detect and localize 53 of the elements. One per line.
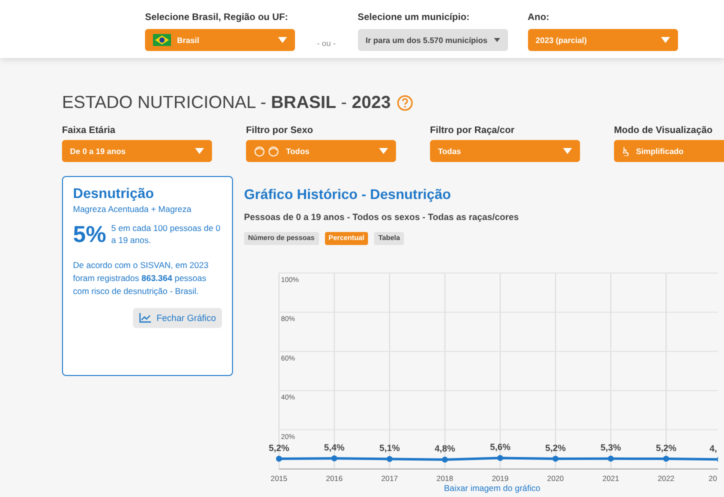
chart-title: Gráfico Histórico - Desnutrição <box>244 186 452 202</box>
filter-label: Filtro por Raça/cor <box>430 125 516 136</box>
chart-subtitle: Pessoas de 0 a 19 anos - Todos os sexos - Todas as raças/cores <box>244 212 520 222</box>
hand-icon <box>622 146 630 156</box>
value-label: 5,4% <box>324 442 345 452</box>
percent-note: 5 em cada 100 pessoas de 0 a 19 anos. <box>111 223 222 247</box>
value-label: 5,2% <box>545 442 566 453</box>
card-title: Desnutrição <box>73 185 155 201</box>
percent-value: 5% <box>73 223 106 246</box>
value-label: 5,6% <box>490 442 510 452</box>
field-label: Selecione um município: <box>358 11 470 24</box>
filter-label: Filtro por Sexo <box>246 125 314 136</box>
data-point <box>497 455 504 462</box>
download-link[interactable]: Baixar imagem do gráfico <box>444 483 540 493</box>
value-label: 5,1% <box>379 443 400 453</box>
value-label: 5,2% <box>656 442 676 453</box>
data-point <box>663 456 670 462</box>
faces-icon <box>254 146 280 156</box>
data-point <box>608 456 614 462</box>
caret-icon <box>379 148 388 154</box>
caret-icon <box>195 148 204 154</box>
field-label: Selecione Brasil, Região ou UF: <box>145 11 288 24</box>
page-title: ESTADO NUTRICIONAL - BRASIL - 2023 <box>62 92 391 113</box>
help-icon[interactable] <box>396 94 413 110</box>
card-subtitle: Magreza Acentuada + Magreza <box>73 204 192 214</box>
caret-icon <box>494 37 500 43</box>
caret-icon <box>563 148 572 154</box>
data-point <box>331 455 338 462</box>
filter-dropdown[interactable]: De 0 a 19 anos <box>62 140 212 162</box>
close-chart-button[interactable]: Fechar Gráfico <box>133 308 222 328</box>
data-point <box>552 456 558 462</box>
caret-icon <box>278 37 287 43</box>
separator-text: - ou - <box>317 39 336 48</box>
filter-dropdown[interactable]: Todos <box>246 140 396 162</box>
field-label: Ano: <box>528 11 550 24</box>
filter-dropdown[interactable]: Simplificado <box>614 140 724 162</box>
flag-icon <box>153 34 171 46</box>
description-text: De acordo com o SISVAN, em 2023 foram registrados 863.364 pessoas com risco de desnutrição - Brasil. <box>73 258 210 298</box>
filter-label: Faixa Etária <box>62 125 116 136</box>
municipality-dropdown[interactable]: Ir para um dos 5.570 municípios <box>358 29 508 51</box>
region-dropdown[interactable]: Brasil <box>145 29 295 51</box>
filter-dropdown[interactable]: Todas <box>430 140 580 162</box>
data-point <box>386 456 393 462</box>
data-point <box>442 456 448 463</box>
chart-icon <box>139 313 152 324</box>
filter-label: Modo de Visualização <box>614 125 714 136</box>
data-point <box>276 456 282 462</box>
year-dropdown[interactable]: 2023 (parcial) <box>528 29 678 51</box>
value-label: 4,8% <box>434 444 456 454</box>
caret-icon <box>660 37 670 43</box>
value-label: 5,3% <box>600 442 622 453</box>
value-label: 4, <box>709 443 717 454</box>
value-label: 5,2% <box>268 442 290 453</box>
